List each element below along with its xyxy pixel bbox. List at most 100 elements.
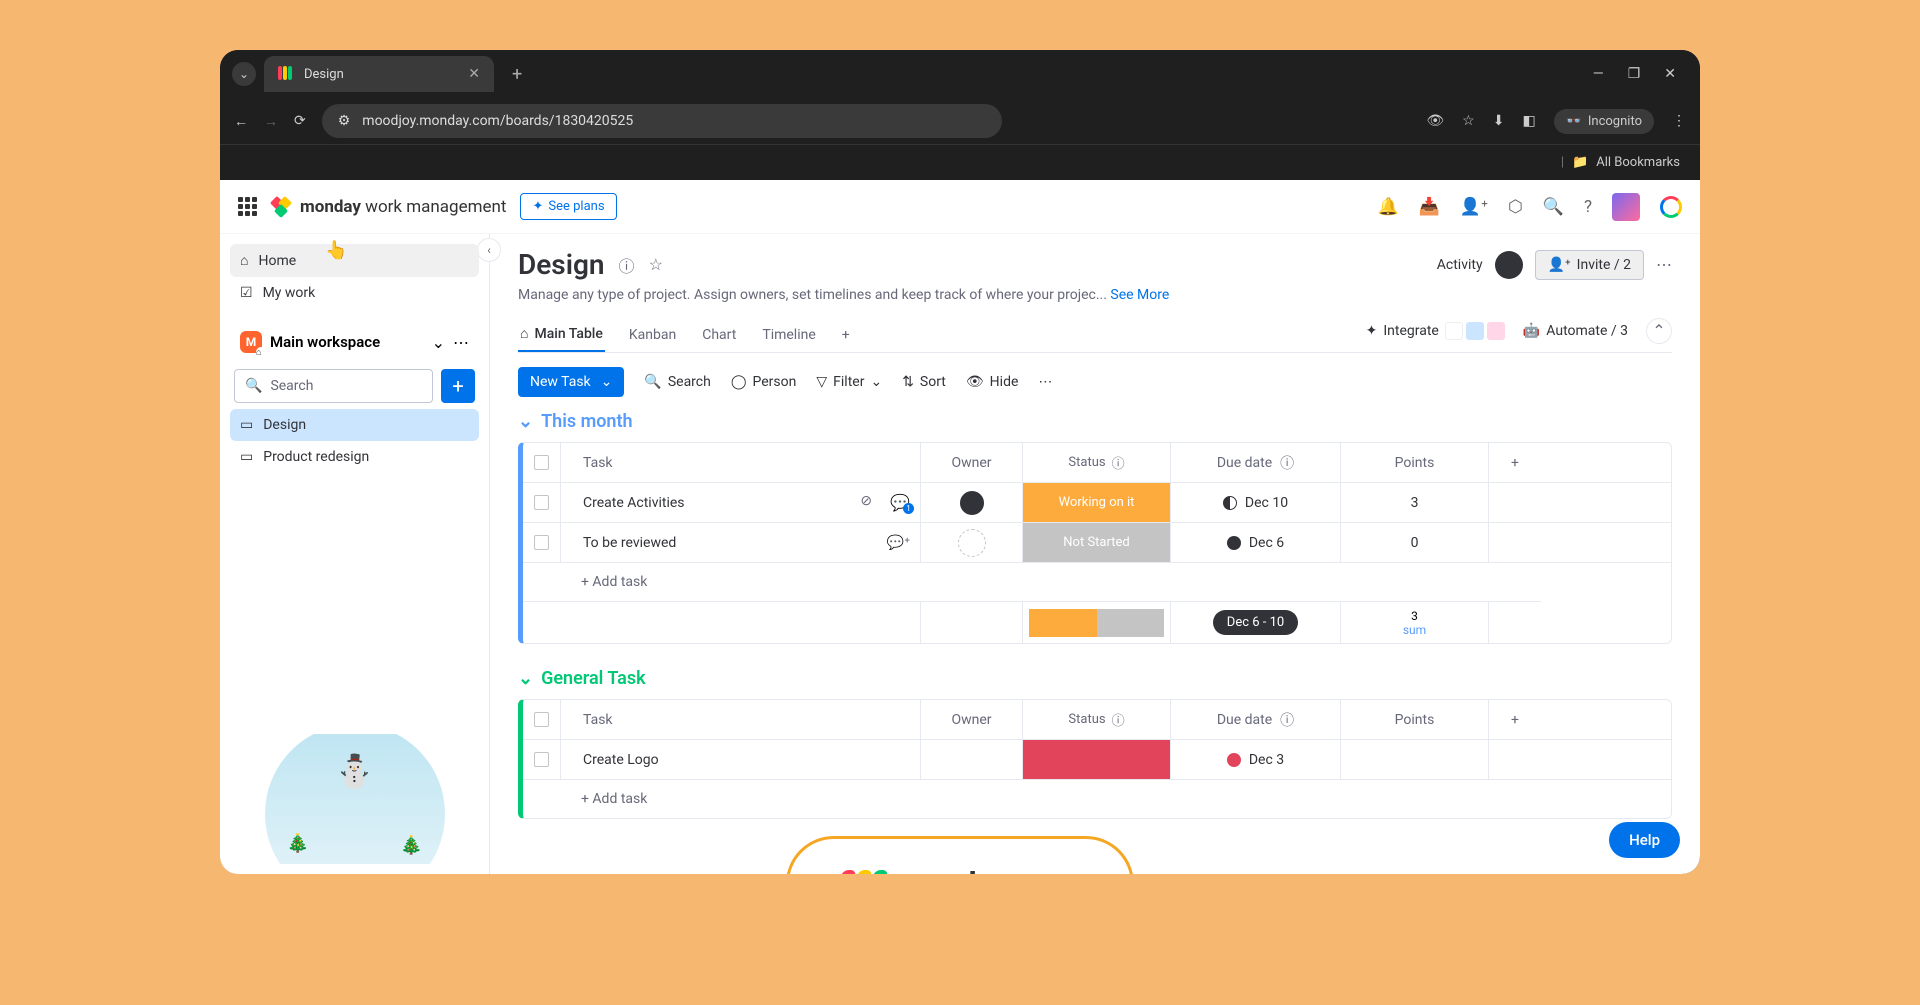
maximize-icon[interactable]: ❐: [1628, 66, 1641, 82]
search-button[interactable]: 🔍 Search: [644, 374, 710, 390]
new-task-button[interactable]: New Task ⌄: [518, 367, 624, 397]
owner-cell[interactable]: [921, 483, 1023, 522]
points-cell[interactable]: 0: [1341, 523, 1489, 562]
tab-main-table[interactable]: ⌂ Main Table: [518, 317, 605, 352]
search-icon[interactable]: 🔍: [1543, 197, 1564, 217]
user-avatar[interactable]: [1612, 193, 1640, 221]
help-icon[interactable]: ?: [1584, 197, 1592, 217]
sidebar-board-product[interactable]: ▭ Product redesign: [230, 441, 479, 473]
inbox-icon[interactable]: 📥: [1419, 197, 1440, 217]
col-due[interactable]: Due date ⓘ: [1171, 700, 1341, 739]
new-tab-button[interactable]: +: [502, 64, 532, 85]
toolbar-more-icon[interactable]: ⋯: [1038, 374, 1052, 390]
due-cell[interactable]: Dec 3: [1171, 740, 1341, 779]
hide-button[interactable]: 👁 Hide: [966, 374, 1019, 390]
col-status[interactable]: Status ⓘ: [1023, 443, 1171, 482]
apps-icon[interactable]: ⬡: [1508, 197, 1523, 217]
points-cell[interactable]: 3: [1341, 483, 1489, 522]
see-plans-button[interactable]: ✦ See plans: [520, 193, 616, 220]
conversation-icon[interactable]: 💬1: [890, 493, 910, 512]
tab-kanban[interactable]: Kanban: [627, 319, 678, 351]
minimize-icon[interactable]: —: [1593, 66, 1604, 82]
add-column-button[interactable]: +: [1489, 443, 1541, 482]
sidebar-board-design[interactable]: ▭ Design: [230, 409, 479, 441]
url-input[interactable]: ⚙ moodjoy.monday.com/boards/1830420525: [322, 104, 1002, 138]
help-button[interactable]: Help: [1609, 822, 1680, 858]
add-column-button[interactable]: +: [1489, 700, 1541, 739]
sidebar-search-input[interactable]: 🔍 Search: [234, 369, 433, 403]
row-checkbox[interactable]: [534, 495, 549, 510]
board-menu-icon[interactable]: ⋯: [1656, 255, 1672, 274]
tab-timeline[interactable]: Timeline: [760, 319, 817, 351]
task-name-cell[interactable]: Create Logo: [561, 740, 921, 779]
info-icon[interactable]: ⓘ: [619, 253, 635, 277]
filter-button[interactable]: ▽ Filter ⌄: [816, 374, 882, 390]
conversation-add-icon[interactable]: 💬⁺: [887, 535, 910, 551]
invite-icon[interactable]: 👤⁺: [1460, 197, 1488, 217]
integrate-button[interactable]: ✦ Integrate: [1366, 322, 1505, 340]
select-all-checkbox[interactable]: [534, 712, 549, 727]
tab-close-icon[interactable]: ✕: [468, 66, 480, 82]
tab-dropdown[interactable]: ⌄: [232, 62, 256, 86]
automate-button[interactable]: 🤖 Automate / 3: [1523, 323, 1628, 339]
download-icon[interactable]: ⬇: [1493, 113, 1505, 129]
back-icon[interactable]: ←: [234, 113, 248, 130]
incognito-badge[interactable]: 👓 Incognito: [1554, 109, 1654, 134]
table-row[interactable]: To be reviewed 💬⁺ Not Started Dec 6 0: [523, 523, 1671, 563]
reload-icon[interactable]: ⟳: [294, 113, 306, 129]
task-name-cell[interactable]: Create Activities ⊘💬1: [561, 483, 921, 522]
side-panel-icon[interactable]: ◧: [1522, 113, 1535, 129]
monday-logo[interactable]: monday work management: [272, 196, 506, 218]
add-task-row[interactable]: + Add task: [523, 563, 1671, 601]
bookmark-star-icon[interactable]: ☆: [1462, 113, 1475, 129]
group-header[interactable]: ⌄ General Task: [518, 668, 1672, 689]
col-owner[interactable]: Owner: [921, 443, 1023, 482]
eye-off-icon[interactable]: 👁: [1426, 113, 1444, 129]
sidebar-nav-mywork[interactable]: ☑ My work: [230, 277, 479, 309]
activity-avatar[interactable]: [1495, 251, 1523, 279]
site-settings-icon[interactable]: ⚙: [338, 113, 351, 129]
apps-menu-icon[interactable]: [238, 197, 258, 217]
select-all-checkbox[interactable]: [534, 455, 549, 470]
row-checkbox[interactable]: [534, 535, 549, 550]
tab-chart[interactable]: Chart: [700, 319, 738, 351]
favorite-star-icon[interactable]: ☆: [649, 255, 663, 274]
status-cell[interactable]: Not Started: [1023, 523, 1171, 562]
board-title[interactable]: Design: [518, 248, 605, 281]
add-task-row[interactable]: + Add task: [523, 780, 1671, 818]
workspace-menu-icon[interactable]: ⋯: [453, 333, 469, 352]
chevron-down-icon[interactable]: ⌄: [432, 333, 445, 352]
add-board-button[interactable]: +: [441, 369, 475, 403]
bell-icon[interactable]: 🔔: [1378, 197, 1399, 217]
col-owner[interactable]: Owner: [921, 700, 1023, 739]
row-checkbox[interactable]: [534, 752, 549, 767]
sidebar-nav-home[interactable]: ⌂ Home 👆: [230, 244, 479, 277]
sort-button[interactable]: ⇅ Sort: [902, 374, 946, 390]
col-task[interactable]: Task: [561, 700, 921, 739]
table-row[interactable]: Create Activities ⊘💬1 Working on it Dec …: [523, 483, 1671, 523]
status-cell[interactable]: Working on it: [1023, 483, 1171, 522]
invite-button[interactable]: 👤⁺ Invite / 2: [1535, 250, 1644, 280]
person-filter-button[interactable]: ◯ Person: [731, 374, 797, 390]
add-view-button[interactable]: +: [840, 319, 852, 351]
browser-tab[interactable]: Design ✕: [264, 56, 494, 92]
forward-icon[interactable]: →: [264, 113, 278, 130]
close-window-icon[interactable]: ✕: [1664, 66, 1676, 82]
task-name-cell[interactable]: To be reviewed 💬⁺: [561, 523, 921, 562]
group-header[interactable]: ⌄ This month: [518, 411, 1672, 432]
col-points[interactable]: Points: [1341, 700, 1489, 739]
all-bookmarks-link[interactable]: All Bookmarks: [1596, 155, 1680, 170]
due-cell[interactable]: Dec 6: [1171, 523, 1341, 562]
activity-label[interactable]: Activity: [1437, 257, 1483, 273]
collapse-header-button[interactable]: ⌃: [1646, 318, 1672, 344]
col-status[interactable]: Status ⓘ: [1023, 700, 1171, 739]
table-row[interactable]: Create Logo Dec 3: [523, 740, 1671, 780]
col-due[interactable]: Due date ⓘ: [1171, 443, 1341, 482]
due-cell[interactable]: Dec 10: [1171, 483, 1341, 522]
owner-cell[interactable]: [921, 523, 1023, 562]
expand-icon[interactable]: ⊘: [860, 493, 872, 512]
col-points[interactable]: Points: [1341, 443, 1489, 482]
col-task[interactable]: Task: [561, 443, 921, 482]
browser-menu-icon[interactable]: ⋮: [1672, 113, 1686, 129]
workspace-header[interactable]: M Main workspace ⌄ ⋯: [230, 321, 479, 363]
